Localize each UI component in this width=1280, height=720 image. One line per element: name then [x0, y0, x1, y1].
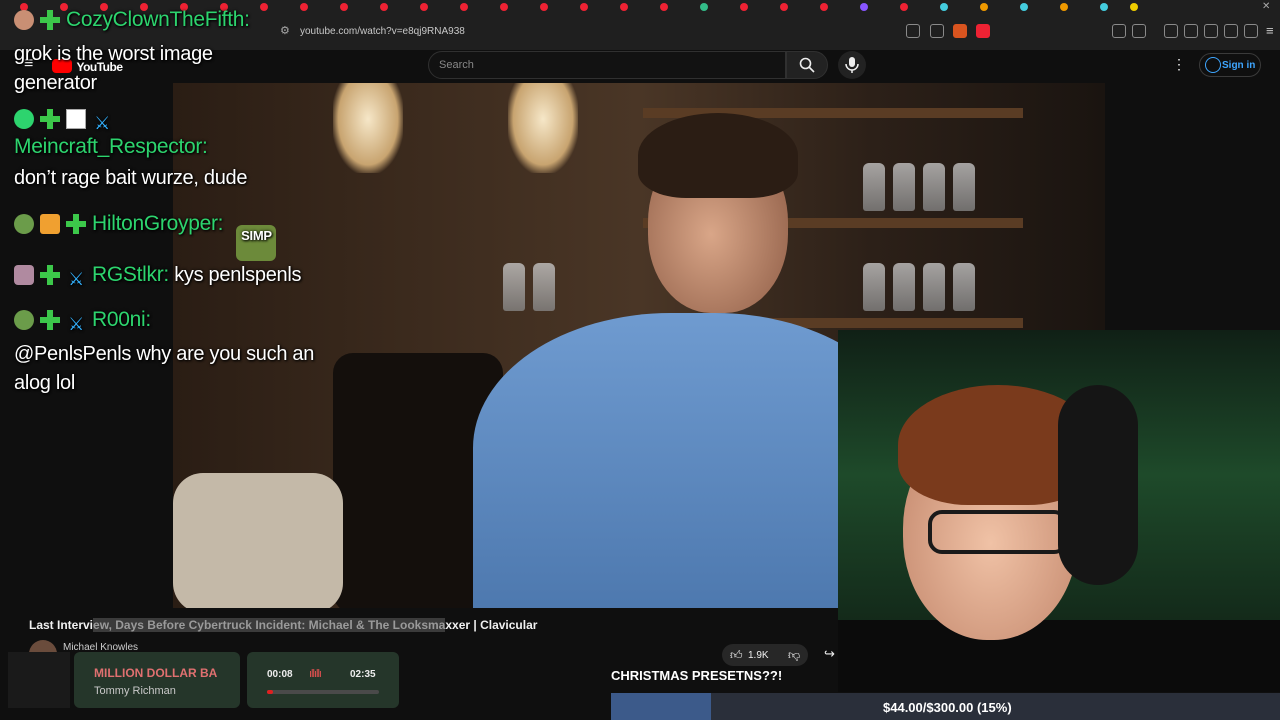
search-button[interactable]	[786, 51, 828, 79]
plus-badge-icon	[40, 10, 60, 30]
account-icon	[1205, 57, 1221, 73]
sidebar-icon[interactable]	[1132, 24, 1146, 38]
reading-list-icon[interactable]	[1184, 24, 1198, 38]
chat-message: ⚔ R00ni:	[14, 308, 151, 334]
waveform-icon: ıllıllı	[309, 668, 322, 680]
install-icon[interactable]	[906, 24, 920, 38]
song-progress-bar	[267, 690, 379, 694]
frog-badge-icon	[14, 214, 34, 234]
overlay-banner: CHRISTMAS PRESETNS??!	[611, 668, 783, 683]
simp-emote: SIMP	[236, 225, 277, 261]
donation-goal-text: $44.00/$300.00 (15%)	[883, 700, 1012, 715]
microphone-icon	[845, 57, 859, 73]
like-count: 1.9K	[748, 650, 769, 661]
search-placeholder: Search	[439, 59, 474, 71]
chat-username: HiltonGroyper:	[92, 212, 224, 235]
elapsed-time: 00:08	[267, 669, 293, 680]
sign-in-button[interactable]: Sign in	[1199, 53, 1261, 77]
lamp-light	[333, 83, 403, 173]
avatar-badge-icon	[14, 10, 34, 30]
extensions-icon[interactable]	[1112, 24, 1126, 38]
chat-message: HiltonGroyper: SIMP	[14, 212, 277, 261]
guest-hair	[638, 113, 798, 198]
playback-progress-card: 00:08 ıllıllı 02:35	[247, 652, 399, 708]
streamer-webcam	[838, 330, 1280, 692]
donation-goal-bar: $44.00/$300.00 (15%)	[611, 693, 1280, 720]
sword-badge-icon: ⚔	[94, 113, 110, 133]
video-title-part: xxer | Clavicular	[445, 618, 538, 632]
vpn-icon[interactable]	[1244, 24, 1258, 38]
chat-text: @PenlsPenls why are you such an alog lol	[14, 343, 315, 394]
video-title: Last Interview, Days Before Cybertruck I…	[29, 618, 537, 632]
plus-badge-icon	[40, 265, 60, 285]
video-title-part: Last Intervi	[29, 618, 94, 632]
plus-badge-icon	[40, 310, 60, 330]
chat-text: kys penlspenls	[174, 264, 302, 286]
chat-message: CozyClownTheFifth:	[14, 8, 250, 32]
pillow	[173, 473, 343, 608]
address-url[interactable]: youtube.com/watch?v=e8qj9RNA938	[300, 26, 465, 37]
thumbs-down-icon[interactable]: 👎︎	[788, 648, 800, 663]
now-playing-card: MILLION DOLLAR BA Tommy Richman	[74, 652, 240, 708]
k-badge-icon	[14, 109, 34, 129]
brave-shield-icon[interactable]	[953, 24, 967, 38]
window-close-icon[interactable]: ✕	[1262, 1, 1270, 12]
sign-in-label: Sign in	[1222, 60, 1256, 71]
song-artist: Tommy Richman	[94, 685, 176, 697]
song-title: MILLION DOLLAR BA	[94, 666, 218, 680]
plus-badge-icon	[66, 214, 86, 234]
video-title-selected: ew, Days Before Cybertruck Incident: Mic…	[93, 618, 446, 632]
gift-badge-icon	[40, 214, 60, 234]
donation-goal-fill	[611, 693, 712, 720]
bookmarks-icon[interactable]	[1204, 24, 1218, 38]
sword-badge-icon: ⚔	[68, 314, 84, 334]
headset-icon	[1058, 385, 1138, 585]
chat-badges: ⚔	[14, 108, 118, 133]
voice-search-button[interactable]	[838, 51, 866, 79]
album-art	[8, 652, 70, 708]
share-arrow-icon[interactable]: ↪	[824, 646, 835, 662]
share-icon[interactable]	[930, 24, 944, 38]
broken-image-icon	[66, 109, 86, 129]
thumbs-up-icon: 👍︎	[730, 648, 743, 662]
site-info-icon[interactable]: ⚙	[280, 24, 290, 37]
lamp-light	[508, 83, 578, 173]
chat-username: Meincraft_Respector:	[14, 135, 208, 158]
search-input[interactable]: Search	[428, 51, 786, 79]
rewards-icon[interactable]	[976, 24, 990, 38]
plus-badge-icon	[40, 109, 60, 129]
like-button[interactable]: 👍︎ 1.9K 👎︎	[722, 644, 808, 666]
glasses	[928, 510, 1068, 554]
figure-badge-icon	[14, 265, 34, 285]
chat-text: grok is the worst image generator	[14, 43, 213, 94]
media-icon[interactable]	[1164, 24, 1178, 38]
menu-icon[interactable]: ≡	[1266, 23, 1274, 38]
chat-username: R00ni:	[92, 308, 151, 331]
leo-icon[interactable]	[1224, 24, 1238, 38]
frog-badge-icon	[14, 310, 34, 330]
chat-text: don’t rage bait wurze, dude	[14, 167, 248, 189]
duration-time: 02:35	[350, 669, 376, 680]
more-options-icon[interactable]: ⋮	[1172, 56, 1186, 73]
chat-username: CozyClownTheFifth:	[66, 8, 250, 31]
chat-message: ⚔ RGStlkr: kys penlspenls	[14, 263, 301, 289]
search-icon	[799, 57, 815, 73]
chat-username: RGStlkr:	[92, 263, 169, 286]
sword-badge-icon: ⚔	[68, 269, 84, 289]
